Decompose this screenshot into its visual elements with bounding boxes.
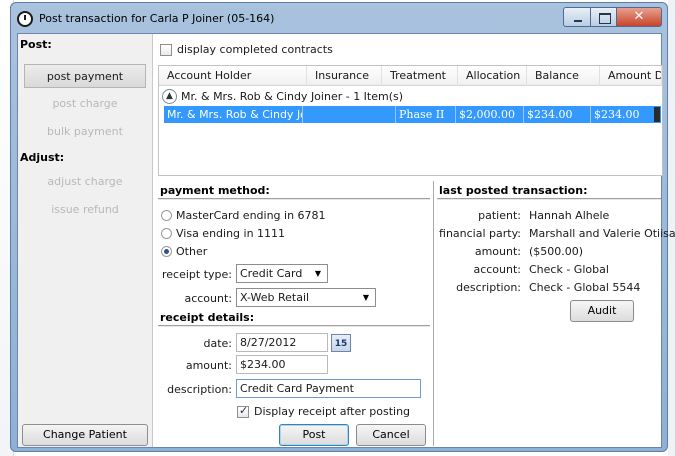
radio-visa[interactable]	[161, 228, 172, 239]
date-field[interactable]: 8/27/2012	[236, 333, 328, 352]
receipt-details-title: receipt details:	[160, 311, 255, 324]
last-amount-label: amount:	[474, 245, 521, 258]
amount-field[interactable]: $234.00	[236, 355, 328, 374]
account-label: account:	[184, 292, 232, 305]
display-receipt-label: Display receipt after posting	[254, 405, 411, 418]
display-completed-label: display completed contracts	[177, 43, 333, 56]
section-separator	[433, 181, 434, 446]
column-allocation[interactable]: Allocation	[458, 66, 527, 86]
cell-allocation: $2,000.00	[456, 106, 524, 123]
mastercard-label: MasterCard ending in 6781	[176, 209, 326, 222]
last-account-value: Check - Global	[529, 263, 609, 276]
column-amount-due[interactable]: Amount Due	[600, 66, 662, 86]
adjust-heading: Adjust:	[20, 151, 65, 164]
audit-button[interactable]: Audit	[570, 300, 634, 322]
patient-label: patient:	[478, 209, 521, 222]
column-balance[interactable]: Balance	[527, 66, 600, 86]
group-label: Mr. & Mrs. Rob & Cindy Joiner - 1 Item(s…	[181, 90, 404, 103]
other-label: Other	[176, 245, 208, 258]
payment-method-divider	[158, 198, 430, 200]
cell-insurance	[303, 106, 396, 123]
minimize-button[interactable]	[563, 7, 591, 27]
last-account-label: account:	[473, 263, 521, 276]
dropdown-arrow-icon: ▼	[314, 269, 321, 278]
window-client-area: Post: post payment post charge bulk paym…	[17, 33, 675, 448]
nav-post-charge[interactable]: post charge	[24, 92, 146, 116]
dropdown-arrow-icon: ▼	[362, 293, 369, 302]
cell-balance: $234.00	[524, 106, 591, 123]
display-completed-checkbox[interactable]	[160, 44, 172, 56]
column-insurance[interactable]: Insurance	[307, 66, 382, 86]
payment-method-title: payment method:	[160, 184, 270, 197]
cell-treatment: Phase II	[396, 106, 456, 123]
radio-other[interactable]	[161, 246, 172, 257]
description-label: description:	[167, 383, 232, 396]
nav-adjust-charge[interactable]: adjust charge	[24, 170, 146, 194]
cell-account-holder: Mr. & Mrs. Rob & Cindy Joi	[164, 106, 303, 123]
close-button[interactable]: ✕	[616, 7, 662, 27]
table-row[interactable]: Mr. & Mrs. Rob & Cindy Joi Phase II $2,0…	[164, 106, 661, 123]
receipt-type-label: receipt type:	[162, 268, 232, 281]
nav-bulk-payment[interactable]: bulk payment	[24, 120, 146, 144]
maximize-button[interactable]	[590, 7, 617, 27]
window-title: Post transaction for Carla P Joiner (05-…	[39, 12, 275, 25]
receipt-details-divider	[158, 325, 430, 327]
nav-post-payment[interactable]: post payment	[24, 64, 146, 88]
financial-party-value: Marshall and Valerie Otiisang	[529, 227, 675, 240]
title-bar[interactable]: Post transaction for Carla P Joiner (05-…	[11, 3, 667, 35]
account-select[interactable]: X-Web Retail ▼	[236, 288, 376, 307]
cancel-button[interactable]: Cancel	[356, 424, 426, 446]
column-account-holder[interactable]: Account Holder	[159, 66, 307, 86]
contracts-grid: Account Holder Insurance Treatment Alloc…	[158, 65, 663, 176]
post-transaction-window: Post transaction for Carla P Joiner (05-…	[10, 2, 675, 452]
group-row: ▲ Mr. & Mrs. Rob & Cindy Joiner - 1 Item…	[159, 87, 662, 106]
grid-header: Account Holder Insurance Treatment Alloc…	[159, 66, 662, 86]
receipt-type-select[interactable]: Credit Card ▼	[236, 264, 328, 283]
column-treatment[interactable]: Treatment	[382, 66, 458, 86]
power-icon	[17, 11, 33, 27]
patient-value: Hannah Alhele	[529, 209, 610, 222]
amount-label: amount:	[185, 359, 232, 372]
close-icon: ✕	[633, 9, 645, 24]
description-field[interactable]: Credit Card Payment	[236, 379, 421, 398]
calendar-icon[interactable]: 15	[331, 334, 351, 352]
cell-amount-due: $234.00	[594, 108, 640, 121]
display-receipt-checkbox[interactable]	[237, 404, 249, 418]
post-button[interactable]: Post	[279, 424, 349, 446]
collapse-chevron-icon[interactable]: ▲	[162, 89, 177, 104]
last-description-label: description:	[456, 281, 521, 294]
row-scroll-marker	[654, 107, 660, 122]
change-patient-button[interactable]: Change Patient	[22, 424, 148, 446]
radio-mastercard[interactable]	[161, 210, 172, 221]
date-label: date:	[203, 337, 232, 350]
last-posted-title: last posted transaction:	[439, 184, 588, 197]
nav-issue-refund[interactable]: issue refund	[24, 198, 146, 222]
action-sidebar: Post: post payment post charge bulk paym…	[18, 34, 153, 447]
visa-label: Visa ending in 1111	[176, 227, 286, 240]
last-description-value: Check - Global 5544	[529, 281, 641, 294]
last-amount-value: ($500.00)	[529, 245, 584, 258]
last-posted-divider	[437, 198, 661, 200]
financial-party-label: financial party:	[439, 227, 521, 240]
post-heading: Post:	[20, 38, 52, 51]
